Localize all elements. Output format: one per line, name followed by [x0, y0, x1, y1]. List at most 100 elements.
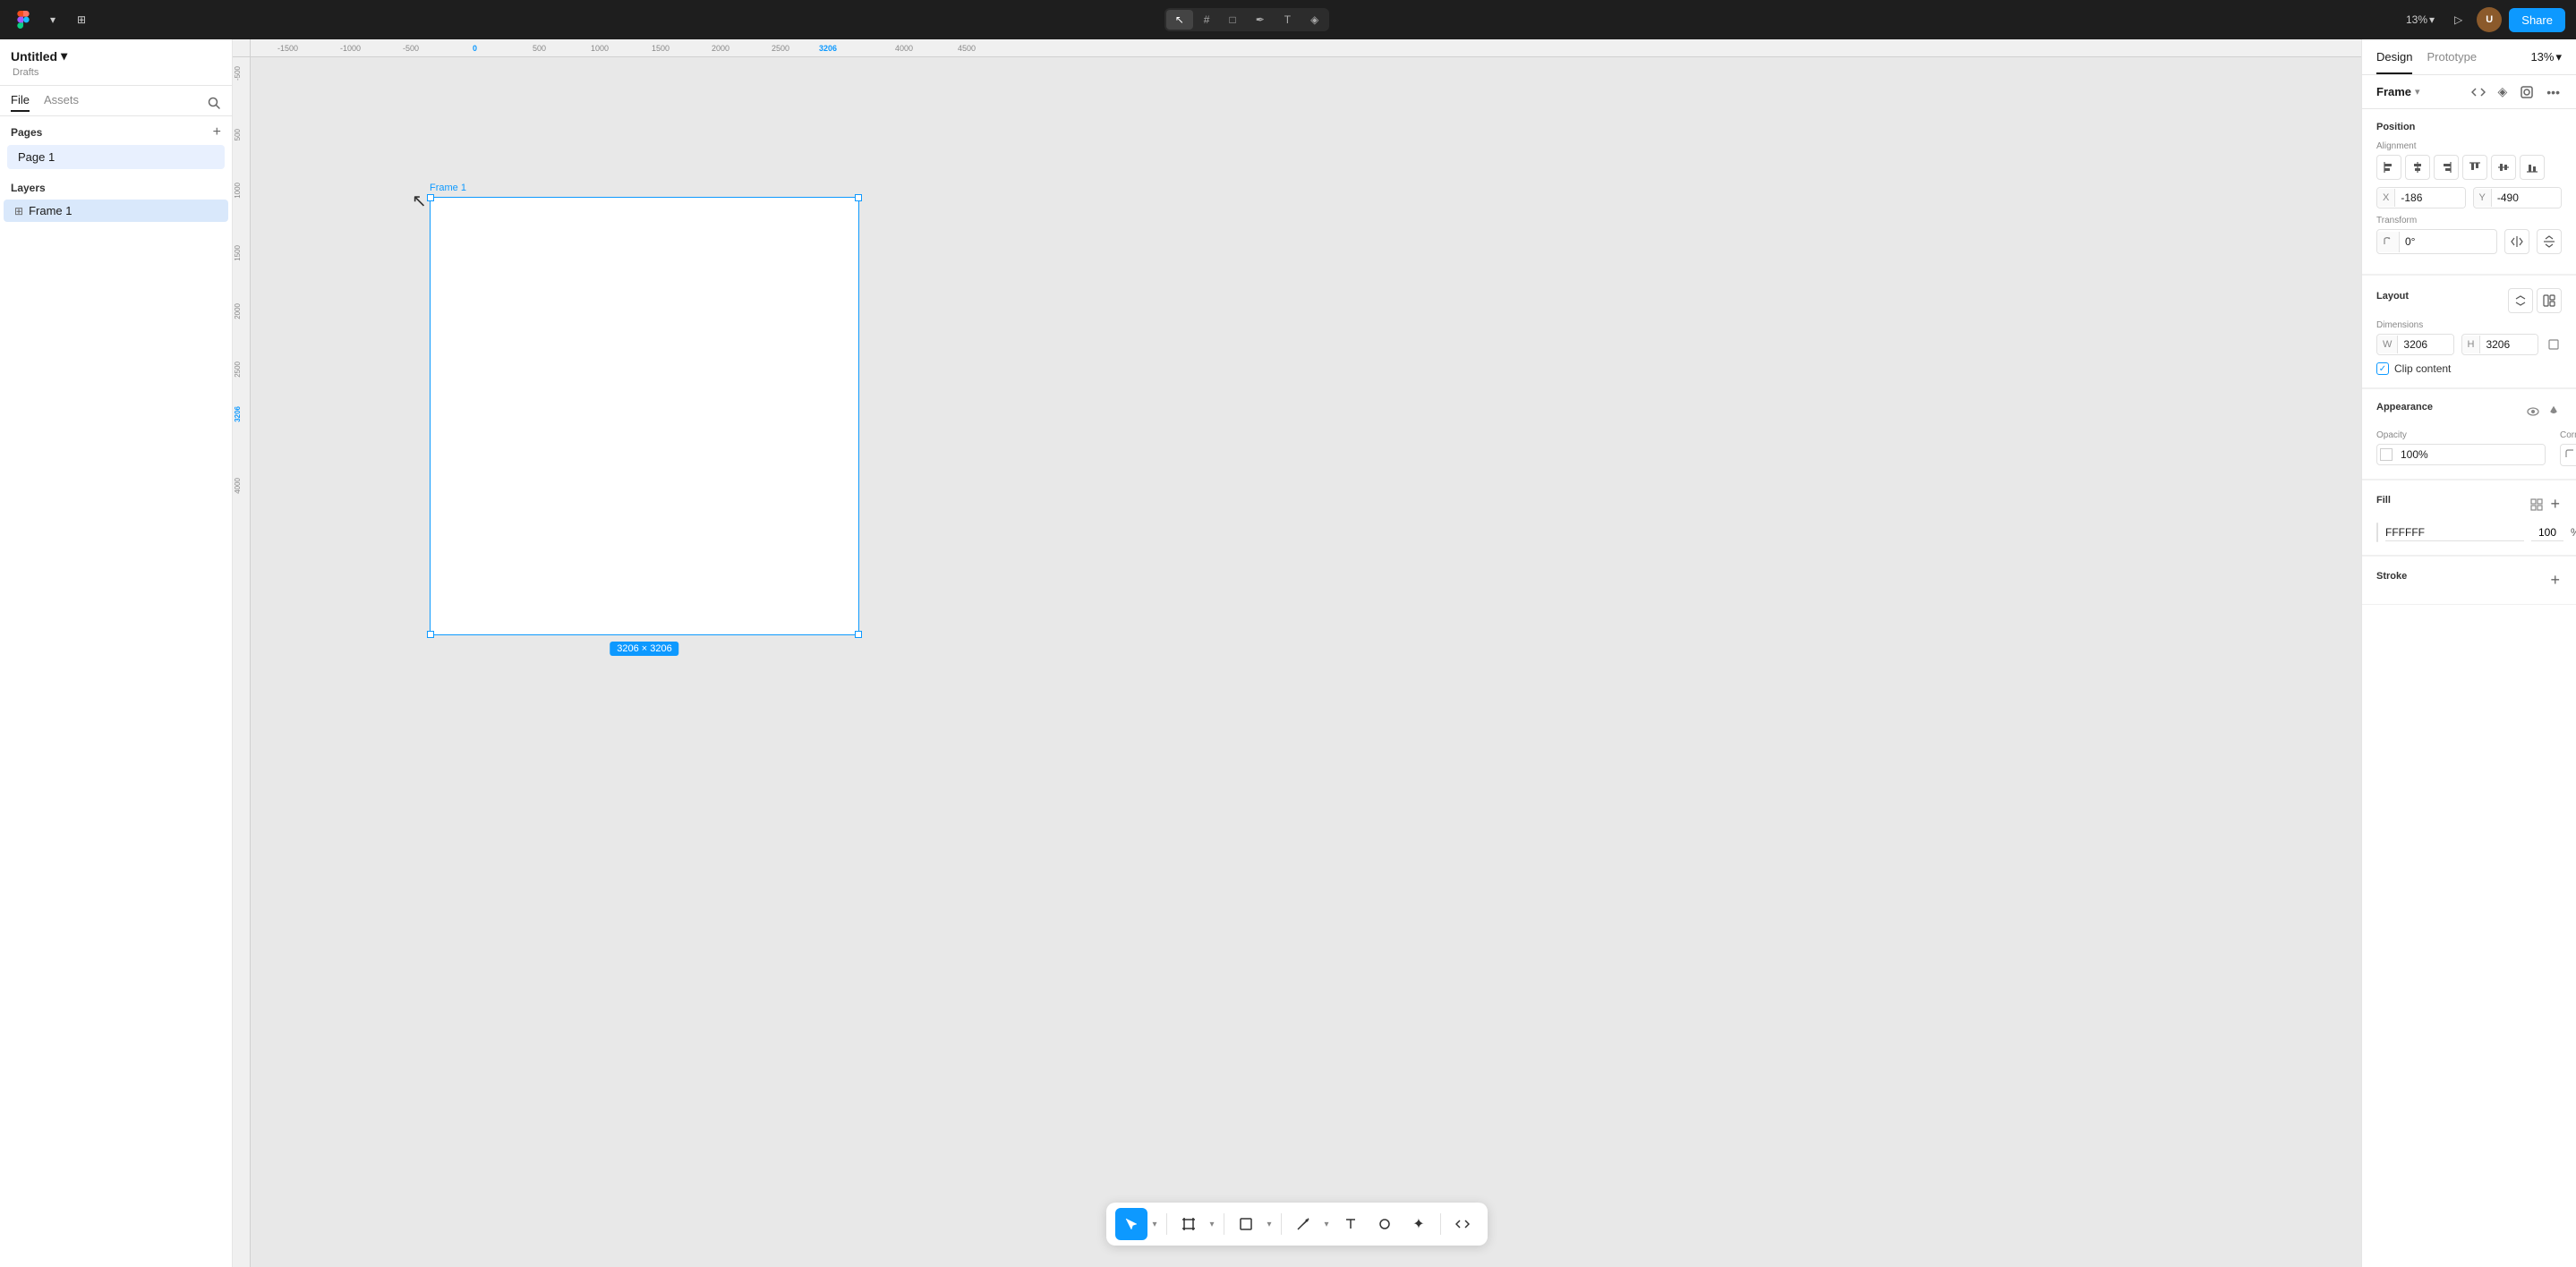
frame-tool[interactable]	[1173, 1208, 1205, 1240]
align-right-btn[interactable]	[2434, 155, 2459, 180]
pen-tool[interactable]	[1287, 1208, 1319, 1240]
align-center-h-btn[interactable]	[2405, 155, 2430, 180]
canvas-area[interactable]: -1500 -1000 -500 0 500 1000 1500 2000 25…	[233, 39, 2361, 1267]
pen-tool-btn[interactable]: ✒	[1247, 10, 1274, 30]
select-tool-btn[interactable]: ↖	[1166, 10, 1193, 30]
clip-content-checkbox[interactable]: ✓	[2376, 362, 2389, 375]
ruler-h-tick-0: 0	[473, 44, 477, 53]
dimensions-label: Dimensions	[2376, 320, 2562, 330]
star-tool[interactable]: ✦	[1403, 1208, 1435, 1240]
frame-container[interactable]: Frame 1 3206 × 3206	[430, 183, 859, 635]
share-button[interactable]: Share	[2509, 8, 2565, 32]
fill-hex-input[interactable]	[2385, 524, 2524, 541]
align-left-btn[interactable]	[2376, 155, 2401, 180]
shape-tool-chevron[interactable]: ▾	[1263, 1208, 1275, 1240]
handle-top-left[interactable]	[427, 194, 434, 201]
add-stroke-btn[interactable]: +	[2548, 569, 2562, 591]
opacity-drop-btn[interactable]	[2546, 403, 2562, 421]
page-1-item[interactable]: Page 1	[7, 145, 225, 169]
search-button[interactable]	[207, 96, 221, 110]
y-input[interactable]	[2492, 188, 2561, 208]
mask-btn[interactable]	[2518, 83, 2536, 101]
frame-tool-chevron[interactable]: ▾	[1206, 1208, 1218, 1240]
layers-header: Layers	[0, 174, 232, 200]
x-input[interactable]	[2395, 188, 2464, 208]
constrain-proportions-btn[interactable]	[2546, 334, 2562, 355]
opacity-checkbox[interactable]	[2380, 448, 2393, 461]
h-label: H	[2462, 336, 2481, 353]
project-header: Untitled ▾ Drafts	[0, 39, 232, 86]
ruler-v-tick-500m: -500	[234, 66, 242, 81]
tool-group: ↖ # □ ✒ T ◈	[1164, 8, 1330, 31]
shape-tool-btn[interactable]: □	[1220, 10, 1244, 30]
stroke-section: Stroke +	[2362, 557, 2576, 605]
layer-frame1[interactable]: ⊞ Frame 1	[4, 200, 228, 222]
frame-box[interactable]: 3206 × 3206	[430, 197, 859, 635]
frame-label: Frame 1	[430, 183, 859, 193]
figma-logo[interactable]	[11, 7, 36, 32]
layout-expand-btn[interactable]	[2508, 288, 2533, 313]
height-input[interactable]	[2480, 335, 2538, 354]
width-input[interactable]	[2398, 335, 2452, 354]
text-tool-btn[interactable]: T	[1275, 10, 1300, 30]
handle-top-right[interactable]	[855, 194, 862, 201]
align-top-btn[interactable]	[2462, 155, 2487, 180]
file-assets-tabs: File Assets	[0, 86, 232, 116]
code-tool[interactable]	[1446, 1208, 1479, 1240]
more-options-btn[interactable]: •••	[2545, 83, 2562, 101]
ruler-h-tick-2500p: 2500	[772, 44, 789, 53]
sidebar-toggle[interactable]: ⊞	[70, 10, 93, 30]
zoom-control[interactable]: 13% ▾	[2401, 10, 2440, 30]
ruler-v-tick-2000p: 2000	[234, 303, 242, 319]
handle-bottom-left[interactable]	[427, 631, 434, 638]
tab-assets[interactable]: Assets	[44, 93, 79, 112]
fill-title: Fill	[2376, 495, 2391, 506]
ellipse-tool[interactable]	[1369, 1208, 1401, 1240]
shape-tool[interactable]	[1230, 1208, 1262, 1240]
add-fill-btn[interactable]: +	[2548, 493, 2562, 515]
select-tool-chevron[interactable]: ▾	[1148, 1208, 1161, 1240]
frame-tool-btn[interactable]: #	[1195, 10, 1219, 30]
angle-icon	[2377, 232, 2400, 252]
fill-color-swatch[interactable]	[2376, 523, 2378, 542]
align-bottom-btn[interactable]	[2520, 155, 2545, 180]
flip-v-btn[interactable]	[2537, 229, 2562, 254]
project-title[interactable]: Untitled ▾	[11, 47, 221, 65]
menu-button[interactable]: ▾	[43, 10, 63, 30]
layers-title: Layers	[11, 182, 46, 194]
corner-icon	[2561, 445, 2576, 465]
play-button[interactable]: ▷	[2447, 10, 2469, 30]
component-btn[interactable]: ◈	[2496, 82, 2510, 101]
tab-file[interactable]: File	[11, 93, 30, 112]
bottom-toolbar: ▾ ▾	[1106, 1203, 1488, 1246]
tab-prototype[interactable]: Prototype	[2427, 39, 2477, 74]
ruler-v-tick-3206: 3206	[234, 406, 242, 422]
handle-bottom-right[interactable]	[855, 631, 862, 638]
select-tool[interactable]	[1115, 1208, 1147, 1240]
fill-opacity-input[interactable]	[2531, 524, 2563, 541]
component-tool-btn[interactable]: ◈	[1301, 10, 1327, 30]
ruler-h-tick-1500p: 1500	[652, 44, 670, 53]
canvas-viewport[interactable]: Frame 1 3206 × 3206 ↖	[251, 57, 2361, 1267]
code-view-btn[interactable]	[2469, 83, 2487, 101]
avatar[interactable]: U	[2477, 7, 2502, 32]
align-middle-btn[interactable]	[2491, 155, 2516, 180]
pen-tool-chevron[interactable]: ▾	[1320, 1208, 1333, 1240]
ruler-h-tick-500: -500	[403, 44, 419, 53]
right-zoom-display[interactable]: 13% ▾	[2530, 50, 2562, 64]
ruler-h-tick-1500: -1500	[277, 44, 298, 53]
frame-selector[interactable]: Frame ▾ ◈ •••	[2362, 75, 2576, 109]
add-layout-btn[interactable]	[2537, 288, 2562, 313]
add-page-button[interactable]: +	[213, 125, 221, 140]
alignment-row	[2376, 155, 2562, 180]
opacity-input[interactable]	[2395, 445, 2545, 464]
ruler-corner	[233, 39, 251, 57]
text-tool[interactable]	[1335, 1208, 1367, 1240]
tab-design[interactable]: Design	[2376, 39, 2412, 74]
flip-h-btn[interactable]	[2504, 229, 2529, 254]
visibility-btn[interactable]	[2524, 403, 2542, 421]
fill-style-btn[interactable]	[2529, 493, 2545, 515]
angle-input[interactable]	[2400, 232, 2496, 251]
layers-section: Layers ⊞ Frame 1	[0, 171, 232, 222]
search-btn-container	[207, 96, 221, 110]
